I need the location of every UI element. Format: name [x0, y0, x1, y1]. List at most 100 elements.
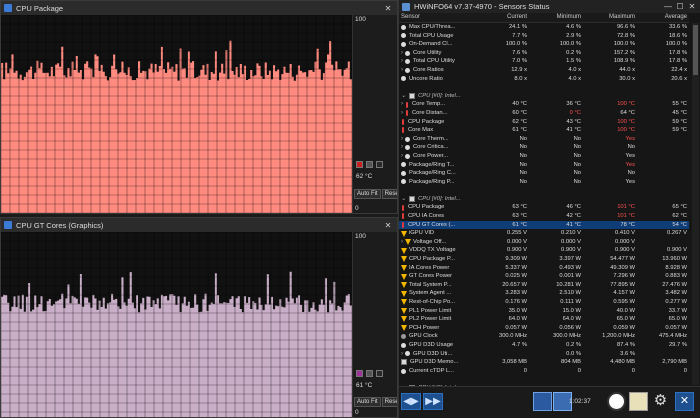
- table-row[interactable]: CPU Package 62 °C 43 °C 100 °C 59 °C: [399, 118, 689, 127]
- current-value-cell: 3,058 MB: [502, 359, 527, 366]
- sensor-name: Package/Ring P...: [409, 178, 455, 185]
- table-row[interactable]: VDDQ TX Voltage 0.900 V 0.900 V 0.900 V 0.90…: [399, 246, 689, 255]
- chevron-right-icon[interactable]: ›: [401, 100, 403, 109]
- chevron-right-icon[interactable]: ›: [401, 66, 403, 75]
- color-swatch-grey[interactable]: [366, 370, 373, 377]
- table-row[interactable]: › Core Distan... 60 °C 0 °C 64 °C 45 °C: [399, 109, 689, 118]
- header-average[interactable]: Average: [637, 13, 689, 22]
- scrollbar-thumb[interactable]: [693, 25, 698, 75]
- scrollbar[interactable]: [692, 23, 699, 385]
- sensor-name: VDDQ TX Voltage: [409, 247, 456, 254]
- maximize-icon[interactable]: ☐: [674, 2, 686, 11]
- table-row[interactable]: Uncore Ratio 8.0 x 4.0 x 30.0 x 20.6 x: [399, 75, 689, 84]
- color-swatch-red[interactable]: [356, 161, 363, 168]
- table-row[interactable]: › Core Temp... 40 °C 36 °C 100 °C 55 °C: [399, 100, 689, 109]
- average-value-cell: 29.7 %: [668, 341, 687, 348]
- average-value-cell: 20.6 x: [671, 75, 687, 82]
- table-row[interactable]: › Core Ratios 12.9 x 4.0 x 44.0 x 22.4 x: [399, 66, 689, 75]
- minimize-icon[interactable]: —: [662, 2, 674, 11]
- current-value-cell: 60 °C: [512, 109, 527, 116]
- table-row[interactable]: › Voltage Off... 0.000 V 0.000 V 0.000 V: [399, 238, 689, 247]
- table-row[interactable]: GPU D3D Memo... 3,058 MB 804 MB 4,480 MB 2,7…: [399, 358, 689, 367]
- chevron-right-icon[interactable]: ›: [401, 143, 403, 152]
- table-row[interactable]: GPU D3D Usage 4.7 % 0.2 % 87.4 % 29.7 %: [399, 341, 689, 350]
- chevron-right-icon[interactable]: ›: [401, 49, 403, 58]
- chevron-down-icon[interactable]: ⌄: [401, 92, 406, 101]
- header-maximum[interactable]: Maximum: [583, 13, 637, 22]
- sensor-gauge-icon: [405, 153, 410, 159]
- auto-fit-button[interactable]: Auto Fit: [354, 189, 381, 199]
- table-row[interactable]: System Agent ... 3.283 W 2.510 W 4.157 W 3.4…: [399, 289, 689, 298]
- table-row[interactable]: CPU Package P... 9.309 W 3.397 W 54.477 W 13…: [399, 255, 689, 264]
- table-row[interactable]: CPU Package 63 °C 46 °C 101 °C 65 °C: [399, 203, 689, 212]
- close-icon[interactable]: ✕: [382, 221, 394, 230]
- sensor-group-header[interactable]: ⌄ CPU [#0]: Intel...: [399, 92, 689, 101]
- current-value-cell: 61 °C: [512, 127, 527, 134]
- sensor-gauge-icon: [405, 136, 410, 142]
- auto-fit-button[interactable]: Auto Fit: [354, 397, 381, 407]
- color-swatch-dark[interactable]: [376, 161, 383, 168]
- close-sensors-icon[interactable]: ✕: [675, 392, 694, 411]
- network-icon[interactable]: [533, 392, 552, 411]
- hwinfo-titlebar[interactable]: HWiNFO64 v7.37-4970 - Sensors Status — ☐…: [399, 0, 700, 13]
- table-row[interactable]: › Core Utility 7.6 % 0.2 % 157.2 % 17.8 %: [399, 49, 689, 58]
- chevron-right-icon[interactable]: ›: [401, 350, 403, 359]
- table-row[interactable]: Package/Ring P... No No Yes: [399, 178, 689, 187]
- header-current[interactable]: Current: [475, 13, 529, 22]
- table-row[interactable]: Package/Ring T... No No Yes: [399, 161, 689, 170]
- table-row[interactable]: CPU IA Cores 63 °C 42 °C 101 °C 62 °C: [399, 212, 689, 221]
- table-row[interactable]: Package/Ring C... No No No: [399, 169, 689, 178]
- table-row[interactable]: Max CPU/Threa... 24.1 % 4.6 % 96.6 % 33.6 %: [399, 23, 689, 32]
- table-row[interactable]: Current cTDP L... 0 0 0 0: [399, 367, 689, 376]
- table-row[interactable]: Total CPU Usage 7.7 % 2.9 % 72.8 % 18.6 %: [399, 32, 689, 41]
- sensor-group-header[interactable]: ⌄ CPU [#0]: Intel...: [399, 195, 689, 204]
- clock-icon[interactable]: [607, 392, 626, 411]
- table-row[interactable]: › Core Power... No No Yes: [399, 152, 689, 161]
- header-sensor[interactable]: Sensor: [399, 13, 475, 22]
- cpu-package-titlebar[interactable]: CPU Package ✕: [1, 1, 397, 15]
- table-row[interactable]: Core Max 61 °C 41 °C 100 °C 59 °C: [399, 126, 689, 135]
- table-row[interactable]: GPU Clock 300.0 MHz 300.0 MHz 1,200.0 MHz 47…: [399, 332, 689, 341]
- chevron-right-icon[interactable]: ›: [401, 238, 403, 247]
- gt-cores-titlebar[interactable]: CPU GT Cores (Graphics) ✕: [1, 218, 397, 232]
- reset-button[interactable]: Reset: [381, 397, 397, 407]
- sensor-gauge-icon: [405, 50, 410, 56]
- hwinfo-app-icon: [402, 2, 410, 11]
- maximum-value-cell: 65.0 W: [616, 316, 635, 323]
- minimum-value-cell: 42 °C: [566, 213, 581, 220]
- color-swatch-purple[interactable]: [356, 370, 363, 377]
- table-row[interactable]: PL1 Power Limit 35.0 W 15.0 W 40.0 W 33.7 W: [399, 307, 689, 316]
- table-row[interactable]: › GPU D3D Uti... 0.0 % 3.6 %: [399, 350, 689, 359]
- table-row[interactable]: Rest-of-Chip Po... 0.176 W 0.111 W 0.595 W 0…: [399, 298, 689, 307]
- close-icon[interactable]: ✕: [686, 2, 698, 11]
- nav-left-icon[interactable]: ◀▶: [401, 393, 421, 410]
- chevron-right-icon[interactable]: ›: [401, 152, 403, 161]
- reset-button[interactable]: Reset: [381, 189, 397, 199]
- table-row[interactable]: › Core Critica... No No No: [399, 143, 689, 152]
- table-row[interactable]: IA Cores Power 5.337 W 0.493 W 49.309 W 8.92…: [399, 264, 689, 273]
- table-row[interactable]: iGPU VID 0.255 V 0.210 V 0.410 V 0.267 V: [399, 229, 689, 238]
- chevron-right-icon[interactable]: ›: [401, 135, 403, 144]
- header-minimum[interactable]: Minimum: [529, 13, 583, 22]
- color-swatch-dark[interactable]: [376, 370, 383, 377]
- close-icon[interactable]: ✕: [382, 4, 394, 13]
- table-row[interactable]: PCH Power 0.057 W 0.056 W 0.059 W 0.057 W: [399, 324, 689, 333]
- table-row[interactable]: GT Cores Power 0.025 W 0.001 W 7.296 W 0.883…: [399, 272, 689, 281]
- table-row[interactable]: CPU GT Cores (... 61 °C 41 °C 78 °C 54 °C: [399, 220, 689, 230]
- current-value-cell: 8.0 x: [514, 75, 527, 82]
- color-swatches: [356, 161, 383, 168]
- nav-right-icon[interactable]: ▶▶: [423, 393, 443, 410]
- chevron-down-icon[interactable]: ⌄: [401, 195, 406, 204]
- color-swatch-grey[interactable]: [366, 161, 373, 168]
- chevron-right-icon[interactable]: ›: [401, 109, 403, 118]
- table-row[interactable]: PL2 Power Limit 64.0 W 64.0 W 65.0 W 65.0 W: [399, 315, 689, 324]
- table-row[interactable]: › Core Therm... No No Yes: [399, 135, 689, 144]
- chevron-right-icon[interactable]: ›: [401, 57, 403, 66]
- table-row[interactable]: Total System P... 20.657 W 10.281 W 77.895 …: [399, 281, 689, 290]
- sensor-name-cell: Rest-of-Chip Po...: [399, 298, 475, 307]
- table-row[interactable]: On-Demand Cl... 100.0 % 100.0 % 100.0 % 100.…: [399, 40, 689, 49]
- table-row[interactable]: › Total CPU Utility 7.0 % 1.5 % 108.9 % 17.8 …: [399, 57, 689, 66]
- settings-gear-icon[interactable]: ⚙: [651, 392, 670, 411]
- maximum-value-cell: 0.000 V: [615, 238, 635, 245]
- report-icon[interactable]: [629, 392, 648, 411]
